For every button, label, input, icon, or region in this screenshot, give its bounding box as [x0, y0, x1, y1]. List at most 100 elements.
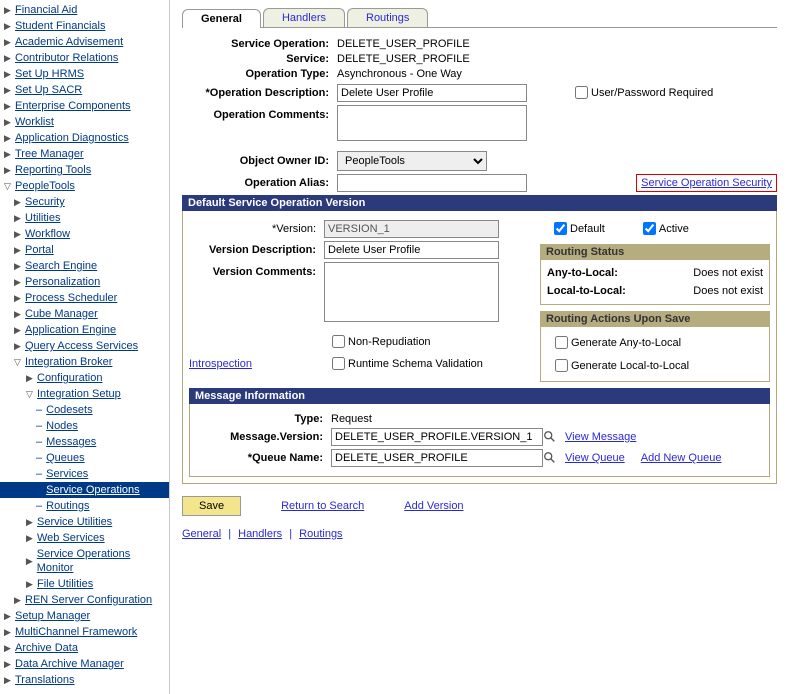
sidebar-item-codesets[interactable]: –Codesets [0, 402, 169, 418]
sidebar-item-integration-broker[interactable]: ▽Integration Broker [0, 354, 169, 370]
sidebar-item-routings[interactable]: –Routings [0, 498, 169, 514]
sidebar-item-enterprise-components[interactable]: ▶Enterprise Components [0, 98, 169, 114]
version-comments-textarea[interactable] [324, 262, 499, 322]
sidebar-item-service-operations[interactable]: –Service Operations [0, 482, 169, 498]
sidebar-item-label: Application Engine [25, 323, 116, 337]
sidebar-item-configuration[interactable]: ▶Configuration [0, 370, 169, 386]
sidebar-item-services[interactable]: –Services [0, 466, 169, 482]
introspection-link[interactable]: Introspection [189, 358, 252, 370]
service-operation-security-link[interactable]: Service Operation Security [641, 177, 772, 189]
sidebar-item-queues[interactable]: –Queues [0, 450, 169, 466]
default-checkbox[interactable] [554, 222, 567, 235]
sidebar-item-multichannel-framework[interactable]: ▶MultiChannel Framework [0, 624, 169, 640]
sidebar-item-utilities[interactable]: ▶Utilities [0, 210, 169, 226]
runtime-schema-checkbox[interactable] [332, 357, 345, 370]
value-local-to-local: Does not exist [693, 285, 763, 297]
generate-local-to-local-checkbox[interactable] [555, 359, 568, 372]
sidebar-item-portal[interactable]: ▶Portal [0, 242, 169, 258]
sidebar-item-reporting-tools[interactable]: ▶Reporting Tools [0, 162, 169, 178]
value-any-to-local: Does not exist [693, 267, 763, 279]
sidebar-item-integration-setup[interactable]: ▽Integration Setup [0, 386, 169, 402]
sidebar-item-service-operations-monitor[interactable]: ▶Service Operations Monitor [0, 546, 169, 576]
expand-closed-icon: ▶ [2, 657, 13, 671]
operation-description-input[interactable] [337, 84, 527, 102]
sidebar-item-ren-server-configuration[interactable]: ▶REN Server Configuration [0, 592, 169, 608]
tabstrip: General Handlers Routings [182, 8, 777, 28]
sidebar-item-label: Routings [46, 499, 89, 513]
sidebar-item-financial-aid[interactable]: ▶Financial Aid [0, 2, 169, 18]
bottom-link-handlers[interactable]: Handlers [238, 528, 282, 540]
sidebar-item-security[interactable]: ▶Security [0, 194, 169, 210]
tab-routings[interactable]: Routings [347, 8, 428, 27]
sidebar-item-label: Academic Advisement [15, 35, 123, 49]
tab-general[interactable]: General [182, 9, 261, 28]
sidebar-item-label: Service Utilities [37, 515, 112, 529]
non-repudiation-checkbox[interactable] [332, 335, 345, 348]
sidebar-item-personalization[interactable]: ▶Personalization [0, 274, 169, 290]
sidebar-item-messages[interactable]: –Messages [0, 434, 169, 450]
sidebar-item-label: Set Up HRMS [15, 67, 84, 81]
sidebar-item-application-diagnostics[interactable]: ▶Application Diagnostics [0, 130, 169, 146]
sidebar-item-service-utilities[interactable]: ▶Service Utilities [0, 514, 169, 530]
queue-name-lookup-icon[interactable] [543, 451, 557, 465]
sidebar-item-label: REN Server Configuration [25, 593, 152, 607]
sidebar-item-setup-manager[interactable]: ▶Setup Manager [0, 608, 169, 624]
label-version: *Version: [189, 223, 324, 235]
sidebar-item-query-access-services[interactable]: ▶Query Access Services [0, 338, 169, 354]
sidebar-item-contributor-relations[interactable]: ▶Contributor Relations [0, 50, 169, 66]
sidebar-item-file-utilities[interactable]: ▶File Utilities [0, 576, 169, 592]
sidebar-item-worklist[interactable]: ▶Worklist [0, 114, 169, 130]
sidebar-item-web-services[interactable]: ▶Web Services [0, 530, 169, 546]
sidebar-item-workflow[interactable]: ▶Workflow [0, 226, 169, 242]
default-version-header: Default Service Operation Version [182, 195, 777, 211]
message-version-input[interactable] [331, 428, 543, 446]
expand-open-icon: ▽ [2, 179, 13, 193]
bottom-link-routings[interactable]: Routings [299, 528, 342, 540]
user-password-required-checkbox[interactable] [575, 86, 588, 99]
sidebar-item-label: Reporting Tools [15, 163, 91, 177]
sidebar-item-nodes[interactable]: –Nodes [0, 418, 169, 434]
return-to-search-link[interactable]: Return to Search [281, 500, 364, 512]
expand-closed-icon: ▶ [12, 307, 23, 321]
label-version-description: Version Description: [189, 244, 324, 256]
expand-closed-icon: ▶ [2, 147, 13, 161]
message-version-lookup-icon[interactable] [543, 430, 557, 444]
sidebar-item-label: Setup Manager [15, 609, 90, 623]
queue-name-input[interactable] [331, 449, 543, 467]
sidebar-item-cube-manager[interactable]: ▶Cube Manager [0, 306, 169, 322]
add-new-queue-link[interactable]: Add New Queue [641, 452, 722, 464]
operation-alias-input[interactable] [337, 174, 527, 192]
sidebar-item-student-financials[interactable]: ▶Student Financials [0, 18, 169, 34]
generate-any-to-local-checkbox[interactable] [555, 336, 568, 349]
dash-icon: – [36, 419, 42, 433]
expand-closed-icon: ▶ [12, 339, 23, 353]
sidebar-item-academic-advisement[interactable]: ▶Academic Advisement [0, 34, 169, 50]
add-version-link[interactable]: Add Version [404, 500, 463, 512]
sidebar-item-application-engine[interactable]: ▶Application Engine [0, 322, 169, 338]
active-checkbox[interactable] [643, 222, 656, 235]
save-button[interactable]: Save [182, 496, 241, 516]
sidebar-item-label: Financial Aid [15, 3, 77, 17]
bottom-link-general[interactable]: General [182, 528, 221, 540]
sidebar-item-label: Workflow [25, 227, 70, 241]
view-queue-link[interactable]: View Queue [565, 452, 625, 464]
view-message-link[interactable]: View Message [565, 431, 636, 443]
sidebar-item-translations[interactable]: ▶Translations [0, 672, 169, 688]
sidebar-item-search-engine[interactable]: ▶Search Engine [0, 258, 169, 274]
sidebar-item-data-archive-manager[interactable]: ▶Data Archive Manager [0, 656, 169, 672]
expand-closed-icon: ▶ [2, 67, 13, 81]
routing-status-header: Routing Status [540, 244, 770, 260]
sidebar-item-process-scheduler[interactable]: ▶Process Scheduler [0, 290, 169, 306]
sidebar-item-set-up-sacr[interactable]: ▶Set Up SACR [0, 82, 169, 98]
sidebar-item-set-up-hrms[interactable]: ▶Set Up HRMS [0, 66, 169, 82]
sidebar-item-tree-manager[interactable]: ▶Tree Manager [0, 146, 169, 162]
label-operation-description: *Operation Description: [182, 87, 337, 99]
sidebar-item-archive-data[interactable]: ▶Archive Data [0, 640, 169, 656]
version-description-input[interactable] [324, 241, 499, 259]
object-owner-id-select[interactable]: PeopleTools [337, 151, 487, 171]
sidebar-item-peopletools[interactable]: ▽PeopleTools [0, 178, 169, 194]
main-content: General Handlers Routings Service Operat… [170, 0, 789, 694]
tab-handlers[interactable]: Handlers [263, 8, 345, 27]
label-gen-any-to-local: Generate Any-to-Local [571, 337, 681, 349]
operation-comments-textarea[interactable] [337, 105, 527, 141]
